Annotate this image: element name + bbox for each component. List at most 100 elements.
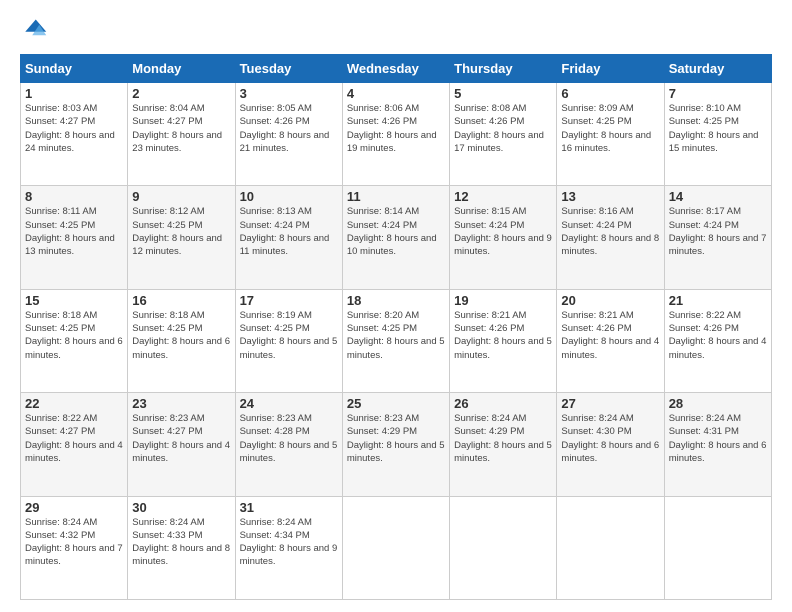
weekday-header: Friday (557, 55, 664, 83)
day-number: 13 (561, 189, 659, 204)
day-info: Sunrise: 8:11 AM Sunset: 4:25 PM Dayligh… (25, 205, 123, 258)
day-number: 28 (669, 396, 767, 411)
day-number: 11 (347, 189, 445, 204)
day-number: 22 (25, 396, 123, 411)
day-info: Sunrise: 8:20 AM Sunset: 4:25 PM Dayligh… (347, 309, 445, 362)
calendar-cell: 21 Sunrise: 8:22 AM Sunset: 4:26 PM Dayl… (664, 289, 771, 392)
header (20, 16, 772, 44)
calendar-cell: 14 Sunrise: 8:17 AM Sunset: 4:24 PM Dayl… (664, 186, 771, 289)
day-number: 20 (561, 293, 659, 308)
day-info: Sunrise: 8:24 AM Sunset: 4:33 PM Dayligh… (132, 516, 230, 569)
day-number: 14 (669, 189, 767, 204)
calendar-cell: 28 Sunrise: 8:24 AM Sunset: 4:31 PM Dayl… (664, 393, 771, 496)
day-number: 2 (132, 86, 230, 101)
calendar-cell (342, 496, 449, 599)
day-number: 23 (132, 396, 230, 411)
calendar-cell: 8 Sunrise: 8:11 AM Sunset: 4:25 PM Dayli… (21, 186, 128, 289)
calendar-cell: 24 Sunrise: 8:23 AM Sunset: 4:28 PM Dayl… (235, 393, 342, 496)
calendar-cell: 23 Sunrise: 8:23 AM Sunset: 4:27 PM Dayl… (128, 393, 235, 496)
day-number: 7 (669, 86, 767, 101)
page: SundayMondayTuesdayWednesdayThursdayFrid… (0, 0, 792, 612)
calendar-cell (557, 496, 664, 599)
day-number: 26 (454, 396, 552, 411)
day-number: 16 (132, 293, 230, 308)
day-number: 25 (347, 396, 445, 411)
day-number: 31 (240, 500, 338, 515)
day-info: Sunrise: 8:10 AM Sunset: 4:25 PM Dayligh… (669, 102, 767, 155)
day-number: 19 (454, 293, 552, 308)
calendar-cell: 27 Sunrise: 8:24 AM Sunset: 4:30 PM Dayl… (557, 393, 664, 496)
day-info: Sunrise: 8:18 AM Sunset: 4:25 PM Dayligh… (25, 309, 123, 362)
day-info: Sunrise: 8:23 AM Sunset: 4:28 PM Dayligh… (240, 412, 338, 465)
calendar-cell: 13 Sunrise: 8:16 AM Sunset: 4:24 PM Dayl… (557, 186, 664, 289)
day-number: 30 (132, 500, 230, 515)
day-info: Sunrise: 8:19 AM Sunset: 4:25 PM Dayligh… (240, 309, 338, 362)
logo-icon (20, 16, 48, 44)
day-info: Sunrise: 8:24 AM Sunset: 4:29 PM Dayligh… (454, 412, 552, 465)
day-info: Sunrise: 8:23 AM Sunset: 4:27 PM Dayligh… (132, 412, 230, 465)
calendar-cell: 2 Sunrise: 8:04 AM Sunset: 4:27 PM Dayli… (128, 83, 235, 186)
day-info: Sunrise: 8:21 AM Sunset: 4:26 PM Dayligh… (454, 309, 552, 362)
day-number: 27 (561, 396, 659, 411)
calendar-cell: 9 Sunrise: 8:12 AM Sunset: 4:25 PM Dayli… (128, 186, 235, 289)
day-number: 21 (669, 293, 767, 308)
day-number: 3 (240, 86, 338, 101)
calendar-cell: 25 Sunrise: 8:23 AM Sunset: 4:29 PM Dayl… (342, 393, 449, 496)
day-info: Sunrise: 8:03 AM Sunset: 4:27 PM Dayligh… (25, 102, 123, 155)
calendar-cell: 7 Sunrise: 8:10 AM Sunset: 4:25 PM Dayli… (664, 83, 771, 186)
day-info: Sunrise: 8:22 AM Sunset: 4:27 PM Dayligh… (25, 412, 123, 465)
day-number: 18 (347, 293, 445, 308)
weekday-header: Monday (128, 55, 235, 83)
calendar-cell: 20 Sunrise: 8:21 AM Sunset: 4:26 PM Dayl… (557, 289, 664, 392)
calendar-cell: 4 Sunrise: 8:06 AM Sunset: 4:26 PM Dayli… (342, 83, 449, 186)
calendar-cell: 15 Sunrise: 8:18 AM Sunset: 4:25 PM Dayl… (21, 289, 128, 392)
day-number: 15 (25, 293, 123, 308)
calendar-cell: 18 Sunrise: 8:20 AM Sunset: 4:25 PM Dayl… (342, 289, 449, 392)
day-number: 8 (25, 189, 123, 204)
day-info: Sunrise: 8:13 AM Sunset: 4:24 PM Dayligh… (240, 205, 338, 258)
day-info: Sunrise: 8:16 AM Sunset: 4:24 PM Dayligh… (561, 205, 659, 258)
calendar-cell (450, 496, 557, 599)
day-info: Sunrise: 8:12 AM Sunset: 4:25 PM Dayligh… (132, 205, 230, 258)
day-info: Sunrise: 8:04 AM Sunset: 4:27 PM Dayligh… (132, 102, 230, 155)
calendar-cell: 30 Sunrise: 8:24 AM Sunset: 4:33 PM Dayl… (128, 496, 235, 599)
calendar-cell: 11 Sunrise: 8:14 AM Sunset: 4:24 PM Dayl… (342, 186, 449, 289)
day-info: Sunrise: 8:09 AM Sunset: 4:25 PM Dayligh… (561, 102, 659, 155)
day-number: 4 (347, 86, 445, 101)
day-info: Sunrise: 8:14 AM Sunset: 4:24 PM Dayligh… (347, 205, 445, 258)
day-number: 1 (25, 86, 123, 101)
weekday-header: Sunday (21, 55, 128, 83)
calendar-cell: 12 Sunrise: 8:15 AM Sunset: 4:24 PM Dayl… (450, 186, 557, 289)
calendar-cell: 22 Sunrise: 8:22 AM Sunset: 4:27 PM Dayl… (21, 393, 128, 496)
weekday-header: Tuesday (235, 55, 342, 83)
day-number: 24 (240, 396, 338, 411)
day-number: 9 (132, 189, 230, 204)
day-number: 17 (240, 293, 338, 308)
day-info: Sunrise: 8:06 AM Sunset: 4:26 PM Dayligh… (347, 102, 445, 155)
day-info: Sunrise: 8:15 AM Sunset: 4:24 PM Dayligh… (454, 205, 552, 258)
calendar-cell: 1 Sunrise: 8:03 AM Sunset: 4:27 PM Dayli… (21, 83, 128, 186)
day-info: Sunrise: 8:24 AM Sunset: 4:34 PM Dayligh… (240, 516, 338, 569)
day-info: Sunrise: 8:24 AM Sunset: 4:32 PM Dayligh… (25, 516, 123, 569)
calendar-cell: 3 Sunrise: 8:05 AM Sunset: 4:26 PM Dayli… (235, 83, 342, 186)
day-number: 6 (561, 86, 659, 101)
weekday-header: Saturday (664, 55, 771, 83)
day-info: Sunrise: 8:08 AM Sunset: 4:26 PM Dayligh… (454, 102, 552, 155)
calendar-cell: 29 Sunrise: 8:24 AM Sunset: 4:32 PM Dayl… (21, 496, 128, 599)
calendar-cell: 19 Sunrise: 8:21 AM Sunset: 4:26 PM Dayl… (450, 289, 557, 392)
calendar-cell: 17 Sunrise: 8:19 AM Sunset: 4:25 PM Dayl… (235, 289, 342, 392)
weekday-header: Wednesday (342, 55, 449, 83)
calendar-cell: 31 Sunrise: 8:24 AM Sunset: 4:34 PM Dayl… (235, 496, 342, 599)
logo (20, 16, 52, 44)
day-info: Sunrise: 8:18 AM Sunset: 4:25 PM Dayligh… (132, 309, 230, 362)
day-number: 5 (454, 86, 552, 101)
calendar-cell: 6 Sunrise: 8:09 AM Sunset: 4:25 PM Dayli… (557, 83, 664, 186)
day-number: 10 (240, 189, 338, 204)
day-info: Sunrise: 8:24 AM Sunset: 4:31 PM Dayligh… (669, 412, 767, 465)
day-info: Sunrise: 8:05 AM Sunset: 4:26 PM Dayligh… (240, 102, 338, 155)
calendar-cell: 26 Sunrise: 8:24 AM Sunset: 4:29 PM Dayl… (450, 393, 557, 496)
day-info: Sunrise: 8:24 AM Sunset: 4:30 PM Dayligh… (561, 412, 659, 465)
calendar-cell: 10 Sunrise: 8:13 AM Sunset: 4:24 PM Dayl… (235, 186, 342, 289)
calendar-cell: 16 Sunrise: 8:18 AM Sunset: 4:25 PM Dayl… (128, 289, 235, 392)
calendar-cell (664, 496, 771, 599)
